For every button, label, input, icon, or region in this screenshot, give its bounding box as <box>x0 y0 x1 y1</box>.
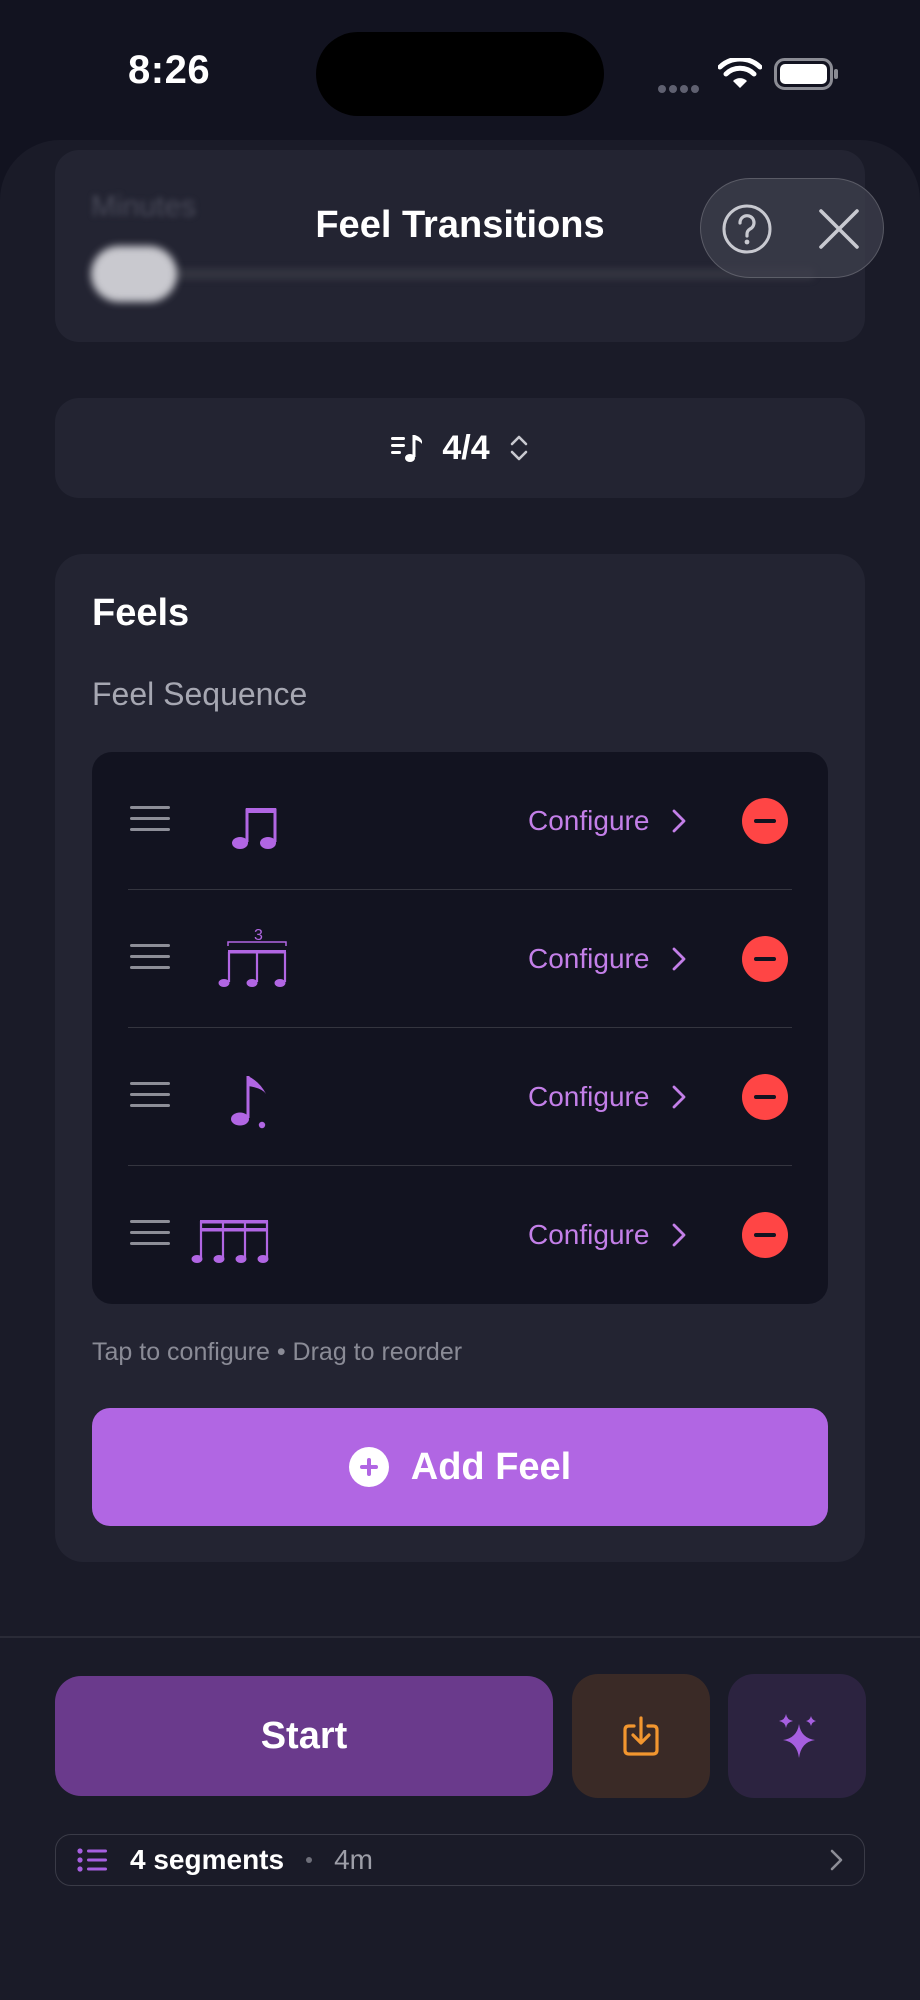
drag-handle-icon[interactable] <box>130 1220 170 1248</box>
wifi-icon <box>718 58 762 88</box>
hint-text: Tap to configure • Drag to reorder <box>92 1338 463 1366</box>
drag-handle-icon[interactable] <box>130 806 170 834</box>
footer-divider <box>0 1636 920 1638</box>
help-button[interactable] <box>715 197 779 261</box>
feel-row-3[interactable]: Configure <box>92 1028 828 1166</box>
configure-link[interactable]: Configure <box>528 798 687 844</box>
minutes-slider-thumb <box>91 246 177 302</box>
chevron-right-icon <box>673 1085 686 1109</box>
feel-row-4[interactable]: Configure <box>92 1166 828 1304</box>
add-feel-button[interactable]: Add Feel <box>92 1408 828 1526</box>
sparkles-icon <box>779 1714 816 1758</box>
configure-label: Configure <box>528 805 650 836</box>
feels-card: Feels Feel Sequence Configure 3 Configur… <box>55 554 865 1562</box>
minutes-slider-track <box>115 268 815 280</box>
segments-duration: 4m <box>334 1844 373 1875</box>
minus-icon <box>754 818 776 824</box>
segments-summary[interactable]: 4 segments 4m <box>55 1834 865 1886</box>
feel-sequence-label: Feel Sequence <box>92 676 308 712</box>
configure-link[interactable]: Configure <box>528 1074 687 1120</box>
status-bar: 8:26 <box>0 0 920 140</box>
configure-link[interactable]: Configure <box>528 1212 687 1258</box>
question-circle-icon <box>722 204 772 254</box>
close-x-icon <box>819 209 859 249</box>
plus-circle-icon <box>348 1447 389 1487</box>
sparkle-button[interactable] <box>728 1674 866 1798</box>
segments-count: 4 segments <box>130 1844 285 1875</box>
music-list-icon <box>391 435 423 462</box>
configure-label: Configure <box>528 1219 650 1250</box>
drag-handle-icon[interactable] <box>130 944 170 972</box>
download-tray-icon <box>623 1716 659 1756</box>
status-time: 8:26 <box>128 48 211 92</box>
close-button[interactable] <box>807 197 871 261</box>
configure-label: Configure <box>528 943 650 974</box>
chevron-right-icon <box>673 809 686 833</box>
feel-row-2[interactable]: 3 Configure <box>92 890 828 1028</box>
remove-feel-button[interactable] <box>742 1074 788 1120</box>
minus-icon <box>754 1232 776 1238</box>
sixteenth-notes-icon <box>191 1220 269 1263</box>
dotted-eighth-note-icon <box>231 1076 266 1129</box>
separator-dot <box>306 1857 313 1863</box>
drag-handle-icon[interactable] <box>130 1082 170 1110</box>
remove-feel-button[interactable] <box>742 1212 788 1258</box>
feel-sequence-list: Configure 3 Configure Configure Configur… <box>92 752 828 1304</box>
minus-icon <box>754 956 776 962</box>
up-down-chevron-icon <box>510 435 527 461</box>
chevron-right-icon <box>830 1849 843 1871</box>
configure-link[interactable]: Configure <box>528 936 687 982</box>
import-button[interactable] <box>572 1674 710 1798</box>
dynamic-island <box>316 32 604 116</box>
chevron-right-icon <box>673 1223 686 1247</box>
cellular-signal-icon <box>658 80 704 93</box>
add-feel-label: Add Feel <box>410 1445 572 1488</box>
battery-icon <box>774 58 838 90</box>
time-signature-value: 4/4 <box>442 428 490 467</box>
time-signature-picker[interactable]: 4/4 <box>55 398 865 498</box>
chevron-right-icon <box>673 947 686 971</box>
triplet-notes-icon: 3 <box>218 927 287 987</box>
start-button[interactable]: Start <box>55 1676 553 1796</box>
eighth-notes-icon <box>232 808 277 849</box>
feels-title: Feels <box>92 592 190 634</box>
feel-row-1[interactable]: Configure <box>92 752 828 890</box>
remove-feel-button[interactable] <box>742 798 788 844</box>
remove-feel-button[interactable] <box>742 936 788 982</box>
nav-actions <box>700 178 884 278</box>
list-bullet-icon <box>77 1848 107 1872</box>
configure-label: Configure <box>528 1081 650 1112</box>
minus-icon <box>754 1094 776 1100</box>
